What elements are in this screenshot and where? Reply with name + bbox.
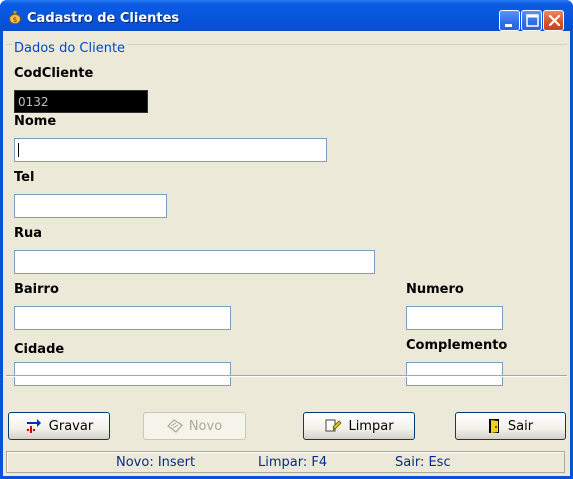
codcliente-field[interactable]: 0132 [14, 90, 148, 113]
gravar-button[interactable]: Gravar [8, 412, 110, 440]
new-document-icon [166, 419, 183, 433]
bairro-label: Bairro [14, 282, 59, 297]
cidade-field[interactable] [14, 362, 231, 386]
close-button[interactable] [543, 10, 564, 31]
sair-button[interactable]: Sair [455, 412, 566, 440]
separator [6, 375, 567, 377]
group-title: Dados do Cliente [12, 41, 128, 56]
rua-label: Rua [14, 226, 43, 241]
minimize-button[interactable] [499, 10, 520, 31]
nome-field[interactable] [14, 138, 327, 162]
limpar-label: Limpar [348, 418, 394, 434]
window-title: Cadastro de Clientes [27, 11, 180, 26]
minimize-icon [505, 24, 512, 27]
status-sair: Sair: Esc [395, 455, 451, 470]
tel-field[interactable] [14, 194, 167, 218]
money-bag-icon: $ [9, 11, 21, 24]
status-bar: Novo: Insert Limpar: F4 Sair: Esc [6, 451, 565, 473]
save-arrows-icon [26, 419, 41, 433]
tel-label: Tel [14, 170, 35, 185]
svg-text:$: $ [13, 16, 17, 24]
nome-label: Nome [14, 114, 57, 129]
numero-label: Numero [406, 282, 464, 297]
app-window: $ Cadastro de Clientes Dados do Cliente … [0, 0, 573, 479]
maximize-icon [526, 14, 539, 27]
eraser-icon [325, 419, 343, 432]
cidade-label: Cidade [14, 342, 65, 357]
sair-label: Sair [507, 418, 534, 434]
limpar-button[interactable]: Limpar [303, 412, 415, 440]
text-caret [18, 143, 19, 157]
bairro-field[interactable] [14, 306, 231, 330]
close-icon [548, 14, 561, 27]
complemento-label: Complemento [406, 338, 508, 353]
rua-field[interactable] [14, 250, 375, 274]
status-limpar: Limpar: F4 [258, 455, 328, 470]
title-bar[interactable]: $ Cadastro de Clientes [0, 0, 573, 31]
maximize-button[interactable] [521, 10, 542, 31]
complemento-field[interactable] [406, 362, 503, 386]
numero-field[interactable] [406, 306, 503, 330]
exit-door-icon [488, 419, 499, 433]
codcliente-label: CodCliente [14, 66, 94, 81]
status-novo: Novo: Insert [116, 455, 196, 470]
form-client-area: Dados do Cliente CodCliente 0132 Nome Te… [3, 31, 570, 476]
novo-button[interactable]: Novo [143, 412, 246, 440]
novo-label: Novo [188, 418, 223, 434]
gravar-label: Gravar [48, 418, 94, 434]
